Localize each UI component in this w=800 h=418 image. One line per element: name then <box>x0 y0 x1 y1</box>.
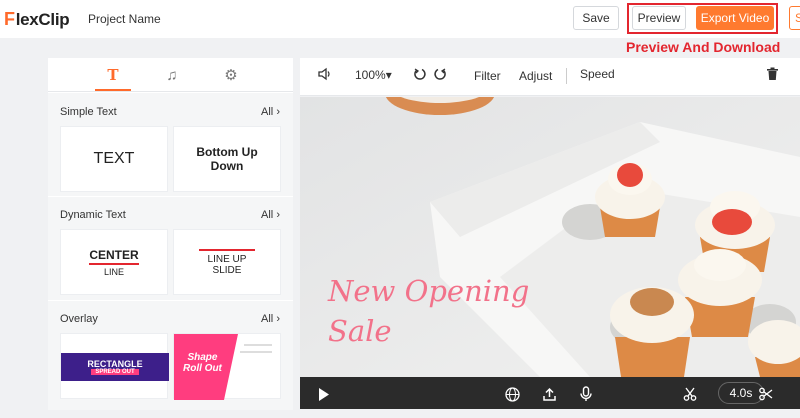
overlay-title-line1[interactable]: New Opening <box>328 274 529 308</box>
card-label: SLIDE <box>212 264 242 276</box>
filter-button[interactable]: Filter <box>474 69 501 83</box>
text-card-line-up-slide[interactable]: LINE UP SLIDE <box>173 229 281 295</box>
volume-icon[interactable] <box>317 67 331 84</box>
adjust-button[interactable]: Adjust <box>519 69 552 83</box>
card-label: LINE UP <box>207 253 247 265</box>
gear-icon: ⚙ <box>224 67 238 84</box>
text-card-bottom-up[interactable]: Bottom Up Down <box>173 126 281 192</box>
card-label: Roll Out <box>183 363 222 374</box>
tab-music[interactable]: ♫ <box>159 64 185 86</box>
export-video-button[interactable]: Export Video <box>696 6 774 30</box>
speed-button[interactable]: Speed <box>580 67 615 81</box>
card-label: Shape <box>187 352 218 363</box>
redo-icon[interactable] <box>433 67 447 84</box>
globe-icon[interactable] <box>502 384 522 404</box>
scissors-icon[interactable] <box>680 384 700 404</box>
section-title: Overlay <box>60 313 98 325</box>
microphone-icon[interactable] <box>576 384 596 404</box>
card-label: Bottom Up <box>196 145 258 159</box>
text-icon: T <box>107 66 119 84</box>
text-card-center-line[interactable]: CENTER LINE <box>60 229 168 295</box>
overlay-card-shape-roll-out[interactable]: Shape Roll Out <box>173 333 281 400</box>
card-label: RECTANGLE <box>87 359 143 369</box>
tab-text[interactable]: T <box>100 64 126 86</box>
upload-icon[interactable] <box>539 384 559 404</box>
preview-button[interactable]: Preview <box>632 6 686 30</box>
see-all-link[interactable]: All › <box>261 209 280 221</box>
overlay-title-line2[interactable]: Sale <box>328 314 392 348</box>
text-card-simple[interactable]: TEXT <box>60 126 168 192</box>
section-title: Dynamic Text <box>60 209 126 221</box>
section-title: Simple Text <box>60 106 117 118</box>
accent-line <box>199 248 255 251</box>
overlay-card-rectangle[interactable]: RECTANGLE SPREAD OUT <box>60 333 169 399</box>
left-panel: T ♫ ⚙ Simple Text All › TEXT Bottom Up D… <box>48 58 293 410</box>
see-all-link[interactable]: All › <box>261 313 280 325</box>
logo-text: lexClip <box>15 9 70 29</box>
split-icon[interactable] <box>756 384 776 404</box>
share-button[interactable]: S <box>789 6 800 30</box>
video-canvas[interactable]: New Opening Sale <box>300 97 800 377</box>
flexclip-logo[interactable]: F lexClip <box>4 9 70 30</box>
trash-icon[interactable] <box>766 67 779 84</box>
see-all-link[interactable]: All › <box>261 106 280 118</box>
annotation-label: Preview And Download <box>626 39 781 55</box>
overlay-text: Shape Roll Out <box>183 352 222 374</box>
undo-icon[interactable] <box>413 67 427 84</box>
project-name[interactable]: Project Name <box>88 12 161 26</box>
tab-settings[interactable]: ⚙ <box>218 64 244 86</box>
card-label: Down <box>210 159 244 173</box>
card-label: LINE <box>103 266 124 277</box>
top-bar: F lexClip Project Name Save Preview Expo… <box>0 0 800 38</box>
playback-controls: 4.0s <box>300 377 800 409</box>
active-tab-indicator <box>95 89 131 91</box>
logo-mark: F <box>4 9 15 29</box>
music-icon: ♫ <box>166 66 178 84</box>
panel-tabs: T ♫ ⚙ <box>48 58 293 92</box>
card-label: TEXT <box>93 150 135 167</box>
card-label: SPREAD OUT <box>91 369 139 375</box>
play-icon[interactable] <box>314 384 334 404</box>
save-button[interactable]: Save <box>573 6 619 30</box>
editor-toolbar: 100%▾ Filter Adjust Speed <box>300 58 800 96</box>
zoom-select[interactable]: 100%▾ <box>355 68 392 82</box>
card-label: CENTER <box>89 248 139 265</box>
toolbar-divider <box>566 68 567 84</box>
overlay-bar: RECTANGLE SPREAD OUT <box>61 353 169 381</box>
